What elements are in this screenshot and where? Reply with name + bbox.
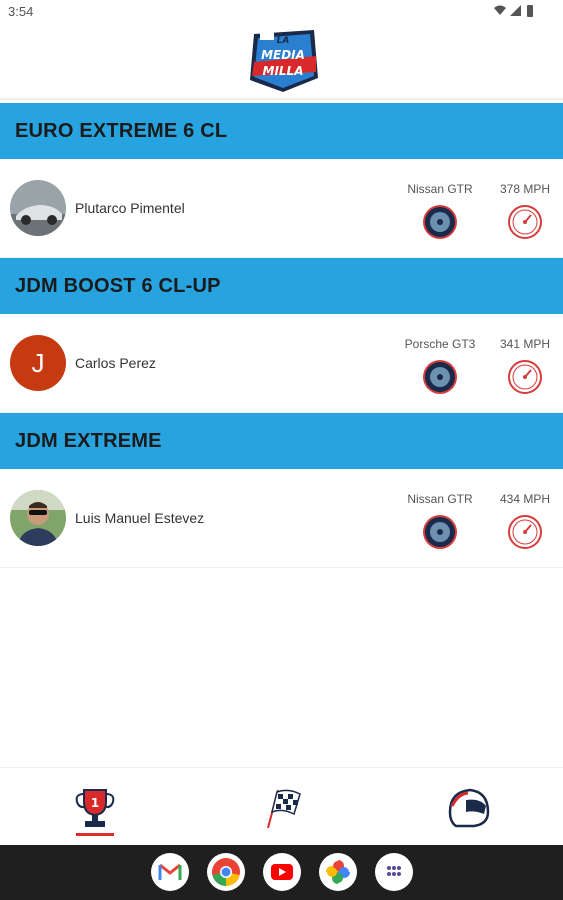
car-name: Nissan GTR bbox=[407, 492, 473, 506]
leaderboard-entry[interactable]: Plutarco Pimentel Nissan GTR 378 MPH bbox=[0, 159, 563, 258]
active-tab-indicator bbox=[76, 833, 114, 836]
gmail-icon[interactable] bbox=[151, 853, 189, 891]
speed-value: 341 MPH bbox=[499, 337, 551, 351]
driver-name: Luis Manuel Estevez bbox=[75, 510, 205, 526]
leaderboard-entry[interactable]: J Carlos Perez Porsche GT3 341 MPH bbox=[0, 314, 563, 413]
battery-icon bbox=[527, 5, 533, 17]
speed-value: 378 MPH bbox=[499, 182, 551, 196]
avatar bbox=[10, 490, 66, 546]
helmet-icon[interactable] bbox=[444, 784, 492, 832]
youtube-icon[interactable] bbox=[263, 853, 301, 891]
category-header[interactable]: JDM BOOST 6 CL-UP bbox=[0, 258, 563, 314]
logo-text-main: MEDIA bbox=[261, 48, 305, 62]
category-section: JDM EXTREME Luis Manuel Estevez Nissan G… bbox=[0, 413, 563, 568]
category-header[interactable]: EURO EXTREME 6 CL bbox=[0, 103, 563, 159]
speedometer-icon bbox=[508, 360, 542, 394]
status-icons bbox=[494, 5, 533, 17]
car-name: Porsche GT3 bbox=[404, 337, 476, 351]
tire-icon bbox=[423, 205, 457, 239]
speed-value: 434 MPH bbox=[499, 492, 551, 506]
status-time: 3:54 bbox=[8, 4, 34, 19]
driver-name: Plutarco Pimentel bbox=[75, 200, 185, 216]
category-title: JDM EXTREME bbox=[15, 430, 162, 452]
wifi-icon bbox=[494, 5, 506, 15]
tire-icon bbox=[423, 515, 457, 549]
category-header[interactable]: JDM EXTREME bbox=[0, 413, 563, 469]
svg-text:1: 1 bbox=[91, 796, 99, 810]
leaderboard-entry[interactable]: Luis Manuel Estevez Nissan GTR 434 MPH bbox=[0, 469, 563, 568]
car-name: Nissan GTR bbox=[407, 182, 473, 196]
driver-name: Carlos Perez bbox=[75, 355, 156, 371]
category-title: EURO EXTREME 6 CL bbox=[15, 120, 228, 142]
status-bar: 3:54 bbox=[0, 0, 563, 22]
app-logo: LA MEDIA MILLA bbox=[244, 26, 322, 94]
logo-text-top: LA bbox=[276, 36, 290, 46]
trophy-icon[interactable]: 1 bbox=[71, 784, 119, 832]
speedometer-icon bbox=[508, 205, 542, 239]
tire-icon bbox=[423, 360, 457, 394]
photos-icon[interactable] bbox=[319, 853, 357, 891]
category-title: JDM BOOST 6 CL-UP bbox=[15, 275, 221, 297]
category-section: JDM BOOST 6 CL-UP J Carlos Perez Porsche… bbox=[0, 258, 563, 413]
avatar bbox=[10, 180, 66, 236]
speedometer-icon bbox=[508, 515, 542, 549]
app-drawer-icon[interactable] bbox=[375, 853, 413, 891]
header-divider bbox=[0, 98, 563, 100]
category-section: EURO EXTREME 6 CL Plutarco Pimentel Niss… bbox=[0, 103, 563, 258]
logo-text-sub: MILLA bbox=[262, 64, 304, 78]
chrome-icon[interactable] bbox=[207, 853, 245, 891]
avatar: J bbox=[10, 335, 66, 391]
signal-icon bbox=[510, 5, 521, 16]
bottom-navigation: 1 bbox=[0, 767, 563, 845]
checkered-flag-icon[interactable] bbox=[260, 784, 308, 832]
system-dock bbox=[0, 845, 563, 900]
